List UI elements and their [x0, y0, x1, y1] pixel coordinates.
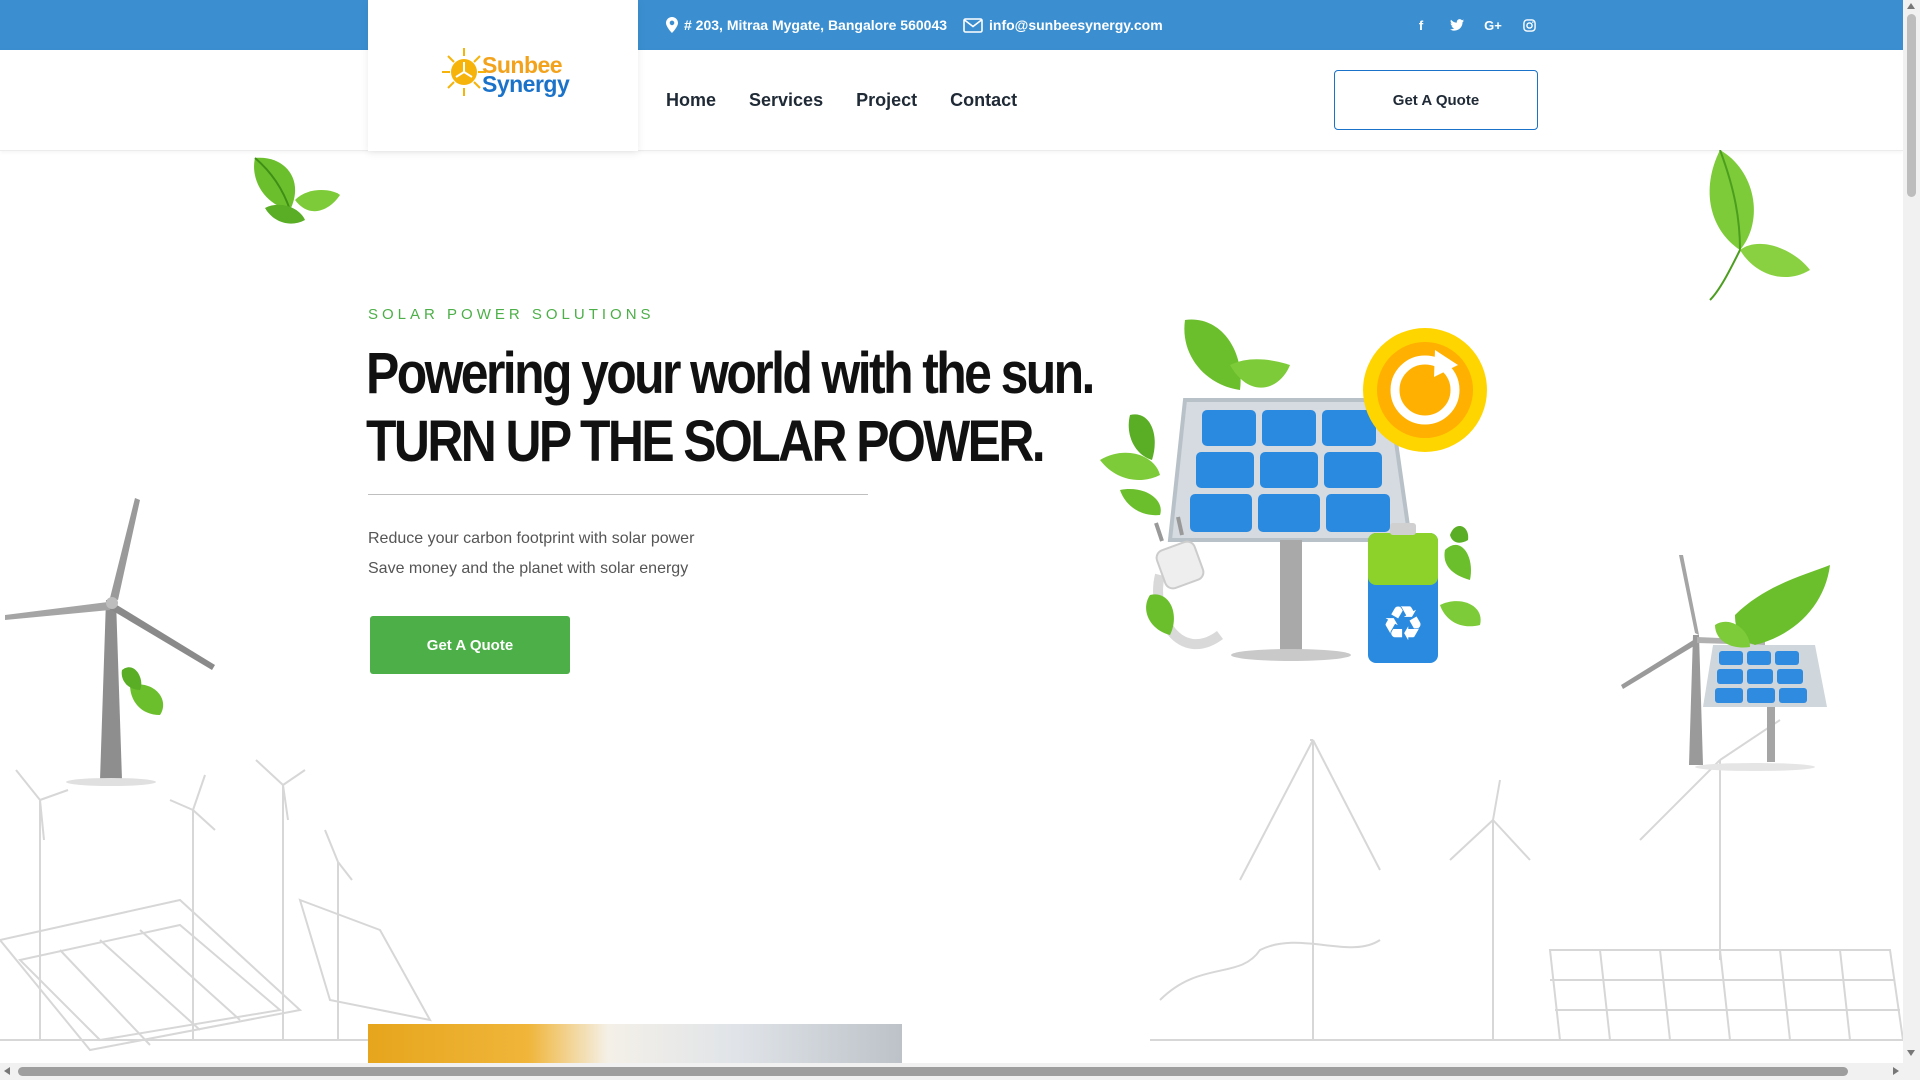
sun-logo-icon	[442, 48, 486, 96]
twitter-icon[interactable]	[1449, 19, 1465, 31]
scroll-up-arrow-icon[interactable]	[1907, 3, 1915, 9]
scroll-left-arrow-icon[interactable]	[4, 1067, 10, 1075]
social-links: f G+	[1413, 0, 1537, 50]
nav-home[interactable]: Home	[666, 90, 716, 111]
hero-headline-line1: Powering your world with the sun.	[366, 341, 1095, 406]
horizontal-scroll-thumb[interactable]	[18, 1067, 1848, 1076]
hero-description-line2: Save money and the planet with solar ene…	[368, 560, 689, 577]
header-get-quote-button[interactable]: Get A Quote	[1334, 70, 1538, 130]
hero-divider	[368, 494, 868, 495]
facebook-icon[interactable]: f	[1413, 18, 1429, 33]
scroll-right-arrow-icon[interactable]	[1893, 1067, 1899, 1075]
google-plus-icon[interactable]: G+	[1484, 18, 1502, 33]
nav-contact[interactable]: Contact	[950, 90, 1017, 111]
hero-headline: Powering your world with the sun. TURN U…	[366, 340, 1095, 476]
solar-panel-sun-battery-illustration: ♻	[1100, 319, 1487, 663]
address-text: # 203, Mitraa Mygate, Bangalore 560043	[684, 17, 948, 33]
scroll-down-arrow-icon[interactable]	[1907, 1050, 1915, 1056]
hero-get-quote-button[interactable]: Get A Quote	[370, 616, 570, 674]
hero-description-line1: Reduce your carbon footprint with solar …	[368, 530, 695, 547]
hero-headline-line2: TURN UP THE SOLAR POWER.	[366, 409, 1046, 474]
leaf-cluster-top-right-icon	[1709, 150, 1810, 301]
leaf-cluster-top-left-icon	[254, 157, 340, 224]
nav-project[interactable]: Project	[856, 90, 917, 111]
top-contact-bar: # 203, Mitraa Mygate, Bangalore 560043 i…	[0, 0, 1903, 50]
email-item[interactable]: info@sunbeesynergy.com	[963, 17, 1163, 33]
email-text[interactable]: info@sunbeesynergy.com	[989, 17, 1163, 33]
wind-turbine-left-illustration	[5, 498, 215, 786]
sunbee-synergy-logo[interactable]: Sunbee Synergy	[440, 46, 575, 106]
svg-text:♻: ♻	[1381, 596, 1424, 652]
about-section-photo	[368, 1024, 902, 1064]
wind-turbine-solar-panel-right-illustration	[1621, 555, 1830, 771]
address-item: # 203, Mitraa Mygate, Bangalore 560043	[666, 17, 947, 33]
page: # 203, Mitraa Mygate, Bangalore 560043 i…	[0, 0, 1920, 1080]
main-navigation: Home Services Project Contact	[666, 50, 1017, 151]
hero-description: Reduce your carbon footprint with solar …	[368, 524, 694, 584]
horizontal-scrollbar[interactable]	[0, 1063, 1903, 1080]
contact-info: # 203, Mitraa Mygate, Bangalore 560043 i…	[666, 0, 1163, 50]
vertical-scrollbar[interactable]	[1903, 0, 1920, 1080]
instagram-icon[interactable]	[1521, 18, 1537, 32]
envelope-icon	[963, 17, 983, 33]
vertical-scroll-thumb[interactable]	[1907, 14, 1916, 197]
logo-container[interactable]: Sunbee Synergy	[368, 0, 638, 151]
nav-services[interactable]: Services	[749, 90, 823, 111]
logo-text-synergy: Synergy	[482, 71, 570, 97]
hero-eyebrow: SOLAR POWER SOLUTIONS	[368, 306, 655, 323]
location-pin-icon	[666, 17, 678, 33]
